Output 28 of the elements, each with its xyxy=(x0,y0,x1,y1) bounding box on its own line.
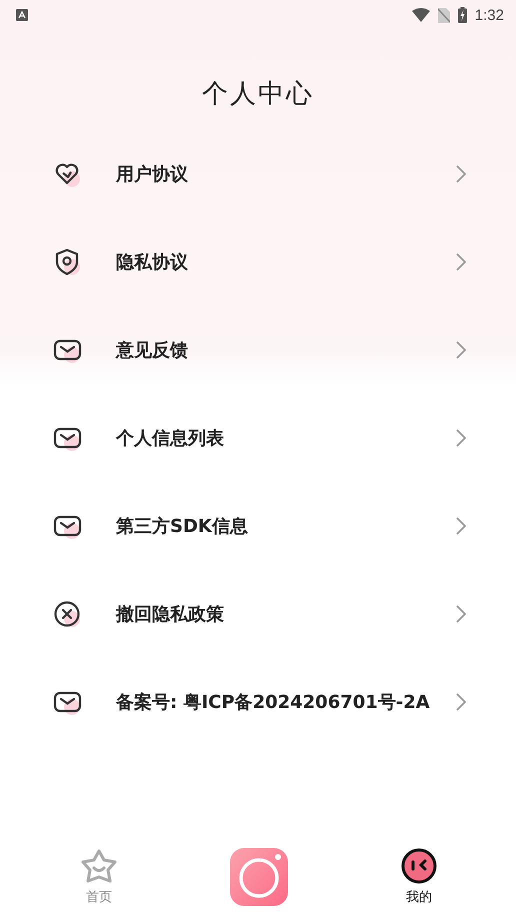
page-title: 个人中心 xyxy=(201,78,315,111)
cancel-icon xyxy=(53,599,83,629)
keyboard-icon xyxy=(16,9,28,21)
menu-item[interactable]: 撤回隐私政策 xyxy=(0,570,516,658)
camera-button[interactable] xyxy=(230,848,288,906)
menu-item[interactable]: 隐私协议 xyxy=(0,218,516,306)
camera-icon xyxy=(230,848,288,906)
menu-item[interactable]: 第三方SDK信息 xyxy=(0,482,516,570)
nav-tab[interactable]: 首页 xyxy=(80,848,118,906)
status-time: 1:32 xyxy=(474,6,504,24)
menu-item[interactable]: 意见反馈 xyxy=(0,306,516,394)
chevron-icon xyxy=(456,693,466,711)
menu-item[interactable]: 用户协议 xyxy=(0,130,516,218)
no-sim-icon xyxy=(438,8,450,22)
star-icon xyxy=(80,848,118,884)
menu-item[interactable]: 备案号: 粤ICP备2024206701号-2A xyxy=(0,658,516,746)
menu-item[interactable]: 个人信息列表 xyxy=(0,394,516,482)
chevron-icon xyxy=(456,253,466,271)
chevron-icon xyxy=(456,429,466,447)
wifi-icon xyxy=(412,8,430,22)
chevron-icon xyxy=(456,165,466,183)
face-icon xyxy=(400,848,438,884)
shield-icon xyxy=(53,247,83,277)
chevron-icon xyxy=(456,605,466,623)
chevron-icon xyxy=(456,341,466,359)
battery-charging-icon xyxy=(458,7,467,23)
chevron-icon xyxy=(456,517,466,535)
nav-tab[interactable]: 我的 xyxy=(400,848,438,906)
